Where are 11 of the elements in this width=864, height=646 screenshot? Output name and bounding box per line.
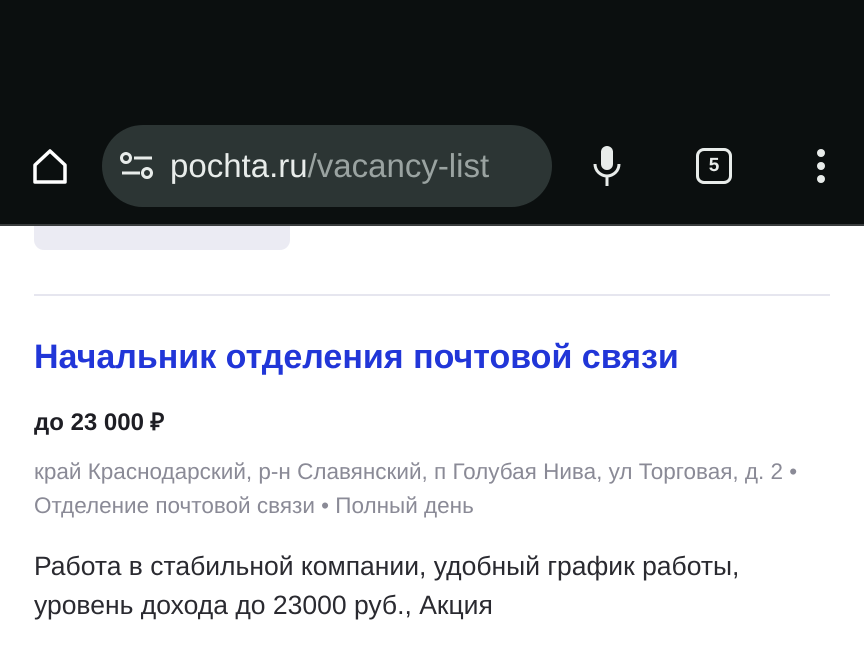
url-path: /vacancy-list — [308, 146, 490, 184]
salary: до 23 000 ₽ — [34, 408, 166, 437]
vacancy-description: Работа в стабильной компании, удобный график работы, уровень дохода до 23000 руб., Акция — [34, 550, 740, 622]
url-domain: pochta.ru — [170, 146, 308, 184]
address-bar[interactable]: pochta.ru/vacancy-list — [102, 124, 552, 206]
tab-switcher-button[interactable]: 5 — [696, 148, 732, 184]
vacancy-details: край Краснодарский, р-н Славянский, п Голубая Нива, ул Торговая, д. 2 • Отделение почтовой связи • Полный день — [34, 458, 798, 520]
microphone-icon[interactable] — [592, 144, 622, 188]
site-settings-icon[interactable] — [120, 150, 154, 180]
menu-icon[interactable] — [816, 148, 826, 184]
vacancy-title-link[interactable]: Начальник отделения почтовой связи — [34, 336, 830, 378]
